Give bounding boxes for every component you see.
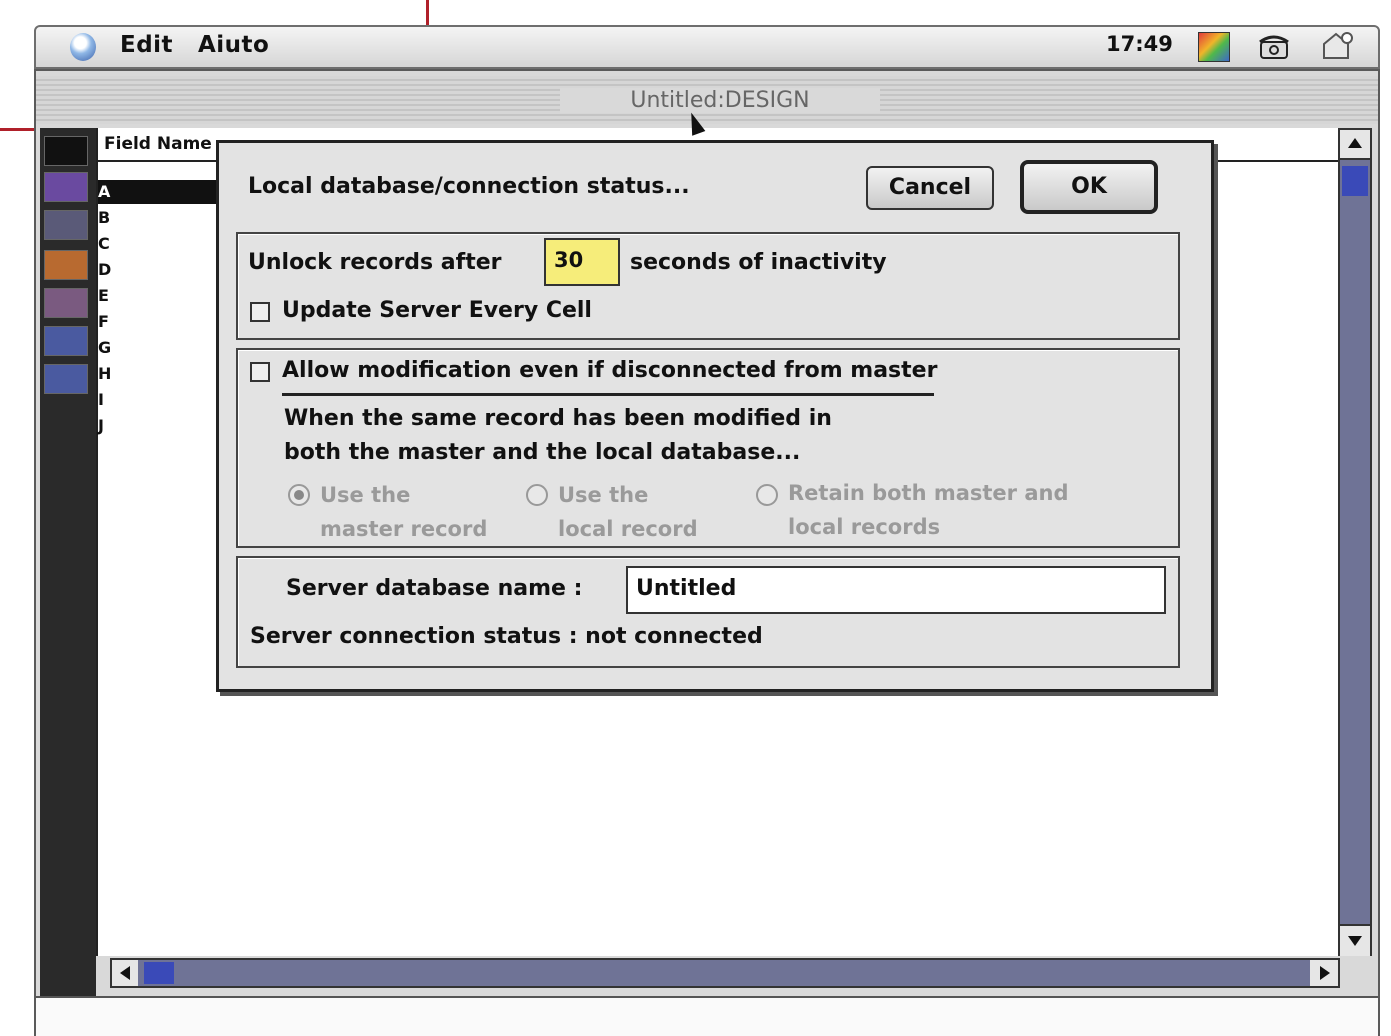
table-tool-icon[interactable]	[44, 210, 88, 240]
vertical-scrollbar[interactable]	[1338, 128, 1372, 956]
radio-use-master[interactable]	[288, 484, 310, 506]
allow-modification-label[interactable]: Allow modification even if disconnected …	[282, 358, 937, 383]
pointer-tool-icon[interactable]	[44, 136, 88, 166]
arrow-left-icon	[120, 966, 130, 980]
server-db-name-label: Server database name :	[286, 576, 583, 601]
unlock-suffix-label: seconds of inactivity	[630, 250, 887, 275]
radio-retain-both[interactable]	[756, 484, 778, 506]
horizontal-scrollbar[interactable]	[110, 958, 1340, 988]
row-label[interactable]: G	[98, 338, 111, 357]
dialog-title: Local database/connection status...	[248, 174, 690, 199]
server-connection-status: Server connection status : not connected	[250, 624, 763, 649]
annotation-line-vertical	[426, 0, 429, 25]
unlock-settings-group	[236, 232, 1180, 340]
color-palette-icon[interactable]	[1198, 32, 1230, 62]
radio-use-local-label[interactable]: Use the local record	[558, 478, 698, 546]
selected-row[interactable]	[98, 180, 218, 204]
radio-use-local[interactable]	[526, 484, 548, 506]
menu-aiuto[interactable]: Aiuto	[198, 32, 269, 58]
network-icon[interactable]	[1320, 30, 1354, 62]
scroll-up-arrow[interactable]	[1340, 130, 1370, 160]
server-db-name-input[interactable]: Untitled	[626, 566, 1166, 614]
unlock-seconds-input[interactable]: 30	[544, 238, 620, 286]
update-server-checkbox[interactable]	[250, 302, 270, 322]
row-label[interactable]: I	[98, 390, 104, 409]
arrow-down-icon	[1348, 936, 1362, 946]
window-status-bar	[36, 996, 1378, 1036]
update-server-label[interactable]: Update Server Every Cell	[282, 298, 592, 323]
row-label[interactable]: C	[98, 234, 110, 253]
allow-modification-checkbox[interactable]	[250, 362, 270, 382]
phone-icon[interactable]	[1258, 32, 1290, 60]
row-label[interactable]: A	[98, 182, 110, 201]
pencil-tool-icon[interactable]	[44, 172, 88, 202]
unlock-prefix-label: Unlock records after	[248, 250, 502, 275]
vertical-scroll-thumb[interactable]	[1342, 166, 1368, 196]
return-tool-icon[interactable]	[44, 364, 88, 394]
radio-retain-both-label[interactable]: Retain both master and local records	[788, 476, 1069, 544]
cancel-button[interactable]: Cancel	[866, 166, 994, 210]
row-label[interactable]: B	[98, 208, 110, 227]
lock-tool-icon[interactable]	[44, 288, 88, 318]
window-title: Untitled:DESIGN	[560, 88, 880, 113]
allow-modification-underline	[282, 393, 934, 396]
menu-clock[interactable]: 17:49	[1106, 32, 1173, 56]
arrow-up-icon	[1348, 138, 1362, 148]
radio-use-master-label[interactable]: Use the master record	[320, 478, 487, 546]
scroll-down-arrow[interactable]	[1340, 924, 1370, 956]
arrow-right-icon	[1320, 966, 1330, 980]
row-label[interactable]: D	[98, 260, 111, 279]
row-label[interactable]: E	[98, 286, 109, 305]
row-label[interactable]: J	[98, 416, 104, 435]
horizontal-scroll-thumb[interactable]	[144, 962, 174, 984]
scroll-right-arrow[interactable]	[1310, 960, 1338, 986]
row-label[interactable]: F	[98, 312, 109, 331]
scroll-left-arrow[interactable]	[112, 960, 138, 986]
menu-edit[interactable]: Edit	[120, 32, 173, 58]
insert-tool-icon[interactable]	[44, 326, 88, 356]
ok-button[interactable]: OK	[1020, 160, 1158, 214]
conflict-description-line1: When the same record has been modified i…	[284, 406, 832, 431]
apple-icon[interactable]	[70, 33, 96, 61]
link-tool-icon[interactable]	[44, 250, 88, 280]
field-name-header: Field Name	[104, 134, 212, 154]
row-label[interactable]: H	[98, 364, 111, 383]
conflict-description-line2: both the master and the local database..…	[284, 440, 801, 465]
